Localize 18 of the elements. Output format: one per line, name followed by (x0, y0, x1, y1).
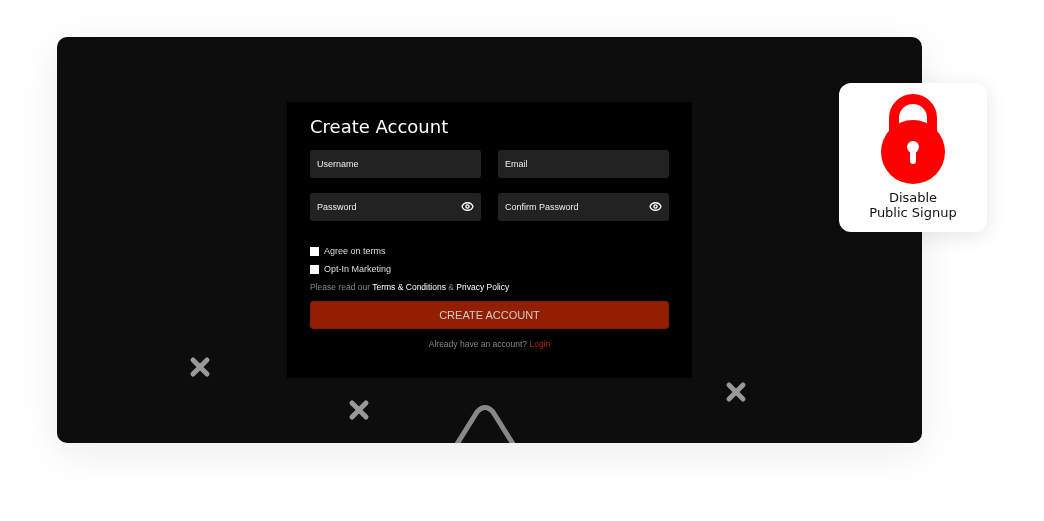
terms-link[interactable]: Terms & Conditions (372, 282, 446, 292)
input-field[interactable]: Email (498, 150, 669, 178)
terms-notice: Please read our Terms & Conditions & Privacy Policy (310, 282, 511, 292)
eye-icon[interactable] (461, 200, 474, 213)
eye-icon[interactable] (649, 200, 662, 213)
checkbox-label: Agree on terms (324, 246, 386, 256)
badge-label: Disable Public Signup (869, 190, 957, 220)
privacy-link[interactable]: Privacy Policy (456, 282, 510, 292)
checkbox-label: Opt-In Marketing (324, 264, 392, 274)
form-title: Create Account (310, 116, 450, 137)
password-field[interactable]: Password (310, 193, 481, 221)
password-field[interactable]: Confirm Password (498, 193, 669, 221)
create-account-button[interactable]: CREATE ACCOUNT (310, 301, 669, 329)
login-prompt: Already have an account? Login (427, 339, 552, 349)
checkbox[interactable] (310, 264, 319, 274)
padlock-icon (880, 94, 946, 184)
input-field[interactable]: Username (310, 150, 481, 178)
checkbox[interactable] (310, 246, 319, 256)
